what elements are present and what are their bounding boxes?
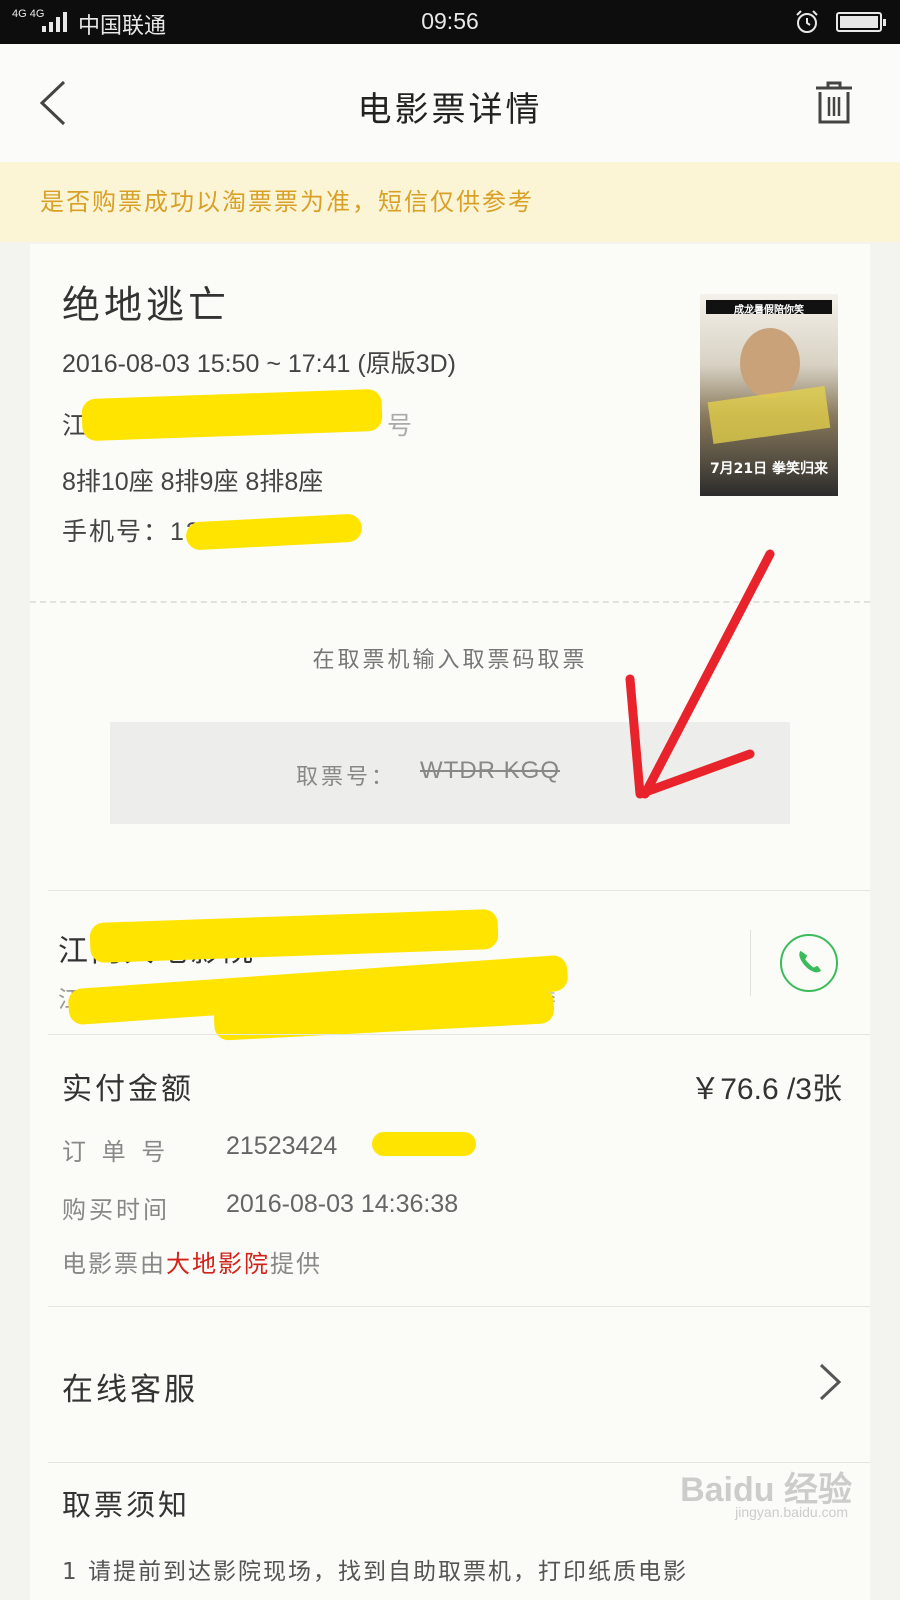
ticket-code-label: 取票号： (296, 765, 397, 790)
annotation-arrow (625, 549, 775, 799)
battery-icon (836, 12, 886, 32)
redaction-mark (372, 1132, 476, 1156)
status-time: 09:56 (421, 8, 479, 34)
trash-icon[interactable] (814, 80, 854, 126)
redaction-mark (89, 908, 499, 964)
ticket-card: 绝地逃亡 2016-08-03 15:50 ~ 17:41 (原版3D) 江号 … (30, 244, 870, 1600)
purchase-time-label: 购买时间 (62, 1196, 170, 1224)
notice-banner: 是否购票成功以淘票票为准，短信仅供参考 (0, 162, 900, 242)
provider-prefix: 电影票由 (62, 1250, 166, 1278)
hall-suffix: 号 (387, 412, 413, 440)
watermark-url: jingyan.baidu.com (735, 1504, 848, 1520)
phone-label: 手机号： (62, 517, 171, 546)
status-bar: 4G 4G 中国联通 09:56 (0, 0, 900, 44)
seat-info: 8排10座 8排9座 8排8座 (62, 468, 324, 496)
phone-icon[interactable] (780, 934, 838, 992)
provider-name[interactable]: 大地影院 (166, 1250, 270, 1278)
ticket-code-value: WTDR KGQ (420, 757, 560, 784)
order-number-label: 订 单 号 (62, 1138, 170, 1166)
customer-service-row[interactable]: 在线客服 (30, 1306, 870, 1462)
purchase-time-value: 2016-08-03 14:36:38 (226, 1190, 459, 1218)
pickup-notes-item: 1 请提前到达影院现场，找到自助取票机，打印纸质电影 (62, 1559, 688, 1585)
alarm-icon (796, 10, 818, 33)
divider (48, 890, 870, 891)
poster-release: 7月21日 拳笑归来 (709, 461, 829, 477)
paid-amount-label: 实付金额 (62, 1072, 194, 1107)
pickup-notes-title: 取票须知 (62, 1488, 191, 1522)
notice-text: 是否购票成功以淘票票为准，短信仅供参考 (40, 188, 534, 216)
chevron-right-icon (819, 1363, 842, 1401)
customer-service-label: 在线客服 (62, 1372, 198, 1408)
paid-amount-value: ￥76.6 /3张 (690, 1073, 842, 1106)
vertical-separator (750, 930, 751, 996)
divider (48, 1034, 870, 1035)
page-title: 电影票详情 (357, 90, 543, 130)
poster-tagline: 成龙暑假陪你笑 (734, 305, 804, 316)
showtime: 2016-08-03 15:50 ~ 17:41 (原版3D) (62, 350, 456, 378)
provider-info: 电影票由大地影院提供 (62, 1244, 322, 1279)
movie-poster[interactable]: 成龙暑假陪你笑 7月21日 拳笑归来 (700, 294, 838, 496)
provider-suffix: 提供 (270, 1250, 322, 1278)
movie-title: 绝地逃亡 (62, 283, 231, 327)
order-number-value: 21523424 (226, 1132, 338, 1160)
header-bar: 电影票详情 (0, 44, 900, 163)
